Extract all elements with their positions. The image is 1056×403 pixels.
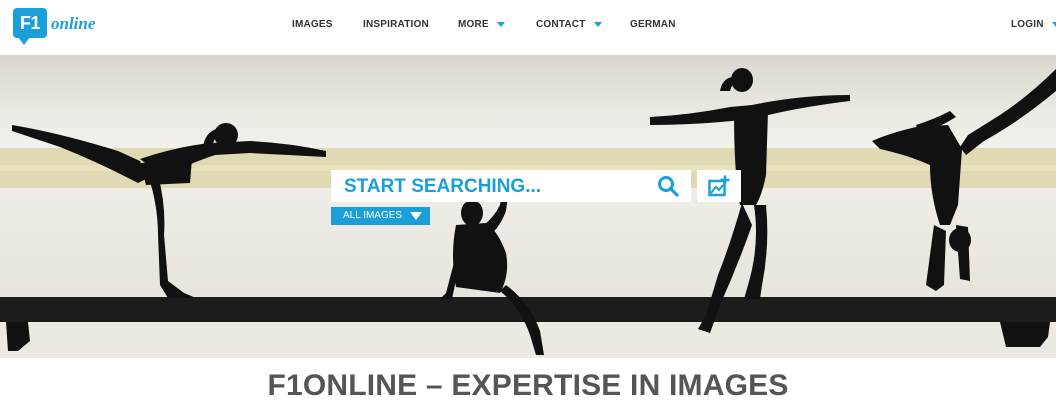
logo-wordmark: online bbox=[51, 14, 96, 33]
top-navigation: F1 online IMAGES INSPIRATION MORE CONTAC… bbox=[0, 0, 1056, 55]
nav-item-label: CONTACT bbox=[536, 19, 586, 30]
gymnast-silhouette bbox=[12, 123, 326, 298]
image-filter-dropdown[interactable]: ALL IMAGES bbox=[331, 207, 430, 225]
login-menu[interactable]: LOGIN bbox=[1011, 19, 1056, 30]
chevron-down-icon bbox=[593, 22, 602, 27]
nav-item-contact[interactable]: CONTACT bbox=[536, 19, 602, 30]
login-label: LOGIN bbox=[1011, 19, 1044, 30]
image-upload-icon bbox=[708, 175, 730, 197]
nav-item-label: GERMAN bbox=[630, 19, 676, 30]
nav-item-label: MORE bbox=[458, 19, 489, 30]
hero-banner: START SEARCHING... ALL IMAGES bbox=[0, 55, 1056, 358]
search-box[interactable]: START SEARCHING... bbox=[331, 170, 691, 202]
page-headline: F1ONLINE – EXPERTISE IN IMAGES bbox=[267, 369, 789, 402]
brand-logo[interactable]: F1 online bbox=[13, 8, 96, 45]
gymnast-silhouette bbox=[872, 69, 1056, 291]
chevron-down-icon bbox=[1051, 22, 1056, 27]
nav-item-images[interactable]: IMAGES bbox=[292, 19, 333, 30]
logo-mark: F1 bbox=[19, 12, 41, 33]
chevron-down-icon bbox=[496, 22, 505, 27]
image-search-upload-button[interactable] bbox=[697, 170, 741, 202]
nav-item-more[interactable]: MORE bbox=[458, 19, 505, 30]
gymnast-silhouettes bbox=[6, 68, 1056, 355]
nav-item-german[interactable]: GERMAN bbox=[630, 19, 676, 30]
dropdown-selected-value: ALL IMAGES bbox=[343, 210, 403, 221]
gymnast-silhouette bbox=[440, 193, 544, 355]
nav-item-label: IMAGES bbox=[292, 19, 333, 30]
search-icon[interactable] bbox=[657, 175, 679, 197]
nav-item-inspiration[interactable]: INSPIRATION bbox=[363, 19, 429, 30]
chevron-down-icon bbox=[410, 212, 422, 220]
search-input[interactable]: START SEARCHING... bbox=[344, 176, 541, 198]
logo-bubble-icon: F1 bbox=[13, 8, 47, 45]
nav-item-label: INSPIRATION bbox=[363, 19, 429, 30]
